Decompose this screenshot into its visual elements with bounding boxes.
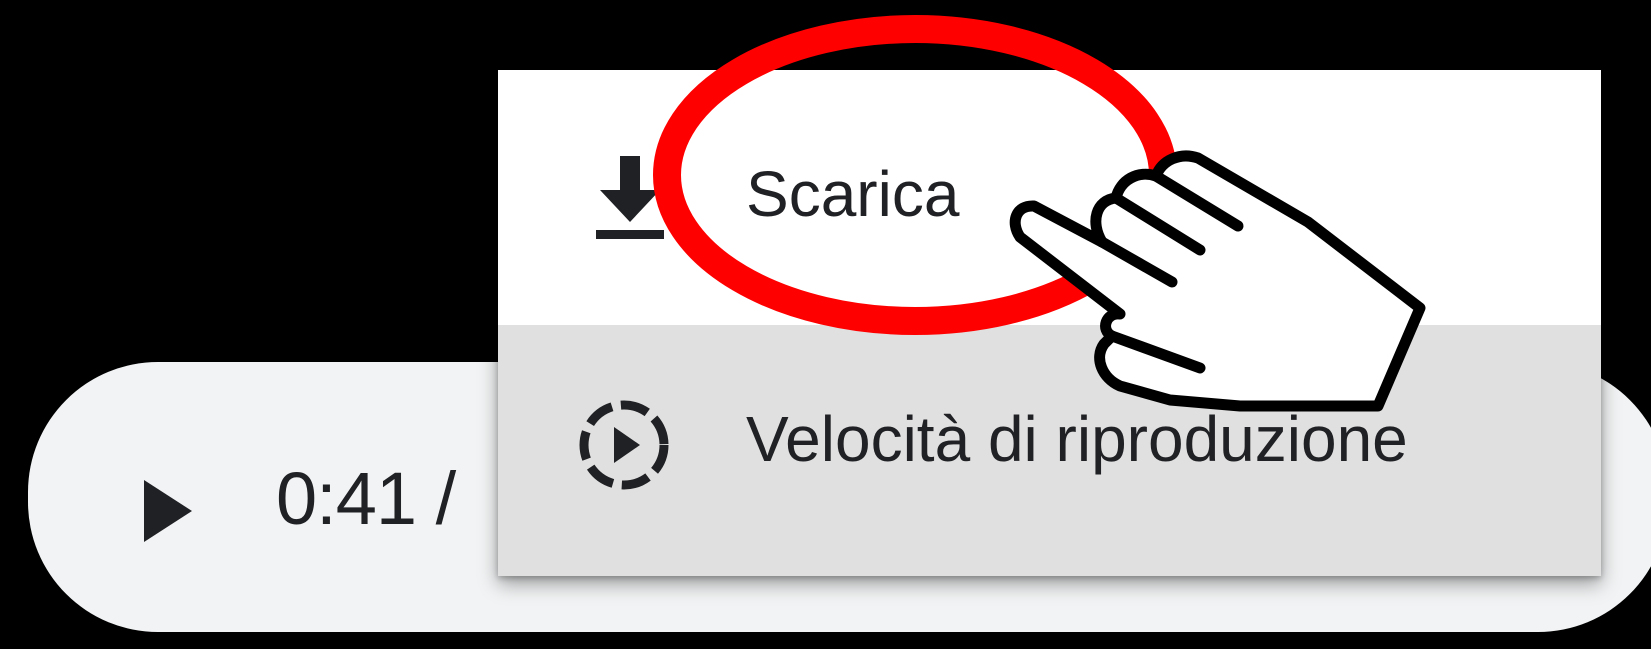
- download-icon: [596, 156, 664, 239]
- menu-item-playback-speed[interactable]: Velocità di riproduzione: [498, 325, 1601, 576]
- playback-speed-icon: [579, 400, 669, 490]
- player-options-menu: Scarica Velocità di riproduzione: [498, 70, 1601, 576]
- menu-item-playback-speed-label: Velocità di riproduzione: [746, 403, 1408, 475]
- play-icon[interactable]: [140, 476, 196, 546]
- menu-item-download[interactable]: Scarica: [498, 70, 1601, 325]
- menu-item-download-label: Scarica: [746, 158, 960, 230]
- current-time-display: 0:41 /: [276, 457, 456, 540]
- screenshot-stage: 0:41 / Scarica Velocità di riproduzione: [0, 0, 1651, 649]
